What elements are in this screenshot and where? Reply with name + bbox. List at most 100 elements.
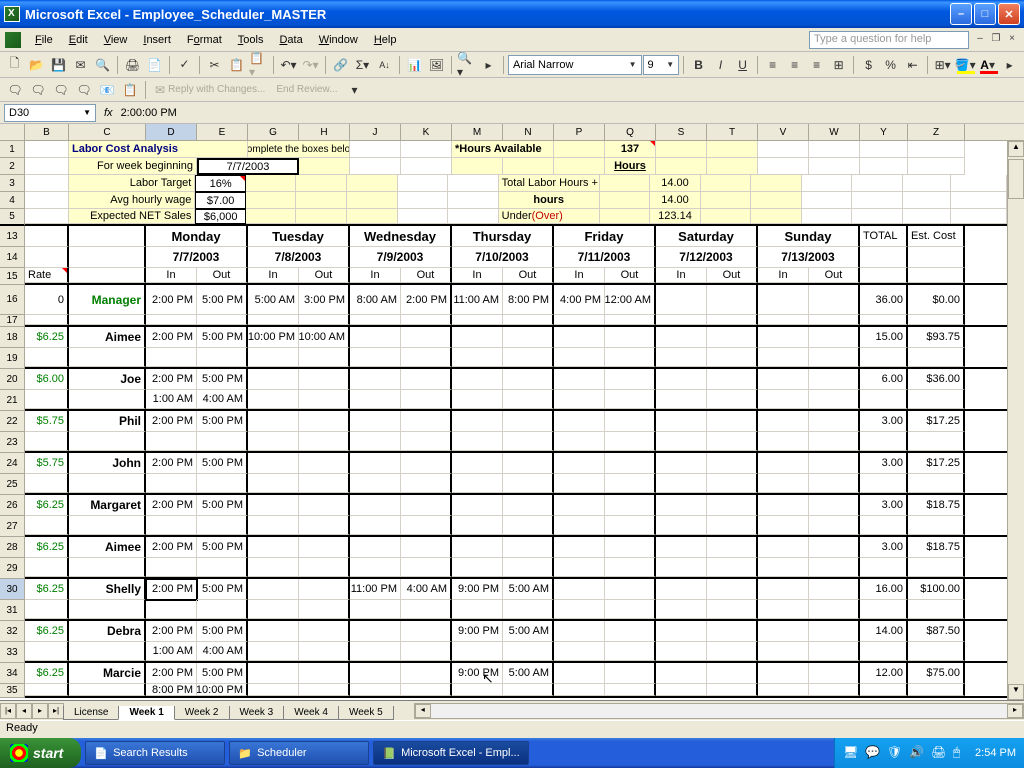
row-header[interactable]: 23 [0,432,25,453]
col-header[interactable]: K [401,124,452,141]
time-cell[interactable]: 8:00 PM [503,285,554,315]
time-cell[interactable] [401,453,452,474]
row-header[interactable]: 1 [0,141,25,158]
more-buttons[interactable]: ▸ [478,54,499,76]
time-cell[interactable] [401,663,452,684]
tray-icon[interactable]: 🖥 [843,745,859,761]
row-header[interactable]: 27 [0,516,25,537]
time-cell[interactable]: 1:00 AM [146,390,197,409]
row-header[interactable]: 24 [0,453,25,474]
row-header[interactable]: 16 [0,285,25,315]
avg-wage-input[interactable]: $7.00 [195,192,246,209]
employee-name[interactable]: Shelly [69,579,146,600]
time-cell[interactable] [401,369,452,390]
review-btn5[interactable]: 📧 [96,79,118,101]
time-cell[interactable] [503,537,554,558]
col-header[interactable]: G [248,124,299,141]
total-cell[interactable]: 14.00 [860,621,908,642]
spreadsheet-grid[interactable]: B C D E G H J K M N P Q S T V W Y Z 1 2 … [0,124,1024,700]
time-cell[interactable] [197,516,248,535]
time-cell[interactable] [554,663,605,684]
tab-first-button[interactable]: |◂ [0,703,16,719]
cost-cell[interactable]: $0.00 [908,285,965,315]
time-cell[interactable] [401,411,452,432]
cut-button[interactable]: ✂ [204,54,225,76]
time-cell[interactable]: 5:00 AM [248,285,299,315]
sheet-tab[interactable]: Week 4 [283,706,339,720]
align-center-button[interactable]: ≡ [784,54,805,76]
vertical-scrollbar[interactable]: ▲ ▼ [1007,141,1024,700]
time-cell[interactable]: 4:00 PM [554,285,605,315]
cost-cell[interactable]: $36.00 [908,369,965,390]
time-cell[interactable] [350,369,401,390]
minimize-button[interactable]: – [950,3,972,25]
doc-close-button[interactable]: × [1005,33,1019,47]
rate-cell[interactable]: $6.00 [25,369,69,390]
time-cell[interactable]: 5:00 PM [197,453,248,474]
net-sales-input[interactable]: $6,000 [195,209,246,224]
rate-cell[interactable]: $6.25 [25,663,69,684]
review-btn2[interactable]: 🗨 [27,79,49,101]
underline-button[interactable]: U [732,54,753,76]
menu-help[interactable]: Help [366,32,405,48]
sheet-tab[interactable]: License [63,706,119,720]
time-cell[interactable] [248,411,299,432]
time-cell[interactable] [554,579,605,600]
total-cell[interactable]: 15.00 [860,327,908,348]
time-cell[interactable] [146,558,197,577]
tray-icon[interactable]: 🛡 [887,745,903,761]
col-header[interactable]: Z [908,124,965,141]
col-header[interactable]: B [25,124,69,141]
col-header[interactable]: C [69,124,146,141]
time-cell[interactable]: 5:00 PM [197,621,248,642]
review-btn6[interactable]: 📋 [119,79,141,101]
review-more[interactable]: ▾ [344,79,366,101]
time-cell[interactable] [605,411,656,432]
time-cell[interactable]: 2:00 PM [146,411,197,432]
time-cell[interactable] [605,369,656,390]
autosum-button[interactable]: Σ▾ [352,54,373,76]
time-cell[interactable]: 9:00 PM [452,621,503,642]
time-cell[interactable]: 5:00 PM [197,579,248,600]
time-cell[interactable]: 9:00 PM [452,579,503,600]
italic-button[interactable]: I [710,54,731,76]
row-header[interactable]: 3 [0,175,25,192]
sheet-tab[interactable]: Week 5 [338,706,394,720]
scroll-right-button[interactable]: ▸ [1007,704,1023,718]
time-cell[interactable]: 5:00 PM [197,537,248,558]
review-btn4[interactable]: 🗨 [73,79,95,101]
undo-button[interactable]: ↶▾ [278,54,299,76]
cost-cell[interactable]: $18.75 [908,495,965,516]
time-cell[interactable]: 5:00 PM [197,411,248,432]
time-cell[interactable] [554,411,605,432]
menu-tools[interactable]: Tools [230,32,272,48]
time-cell[interactable]: 5:00 AM [503,663,554,684]
time-cell[interactable]: 5:00 PM [197,663,248,684]
time-cell[interactable] [146,474,197,493]
time-cell[interactable] [248,663,299,684]
time-cell[interactable] [197,558,248,577]
row-header[interactable]: 22 [0,411,25,432]
row-header[interactable]: 5 [0,209,25,226]
col-header[interactable]: V [758,124,809,141]
document-icon[interactable] [5,32,21,48]
sort-asc-button[interactable]: A↓ [374,54,395,76]
currency-button[interactable]: $ [858,54,879,76]
print-button[interactable]: 🖨 [122,54,143,76]
new-button[interactable]: 🗋 [4,54,25,76]
cost-cell[interactable]: $75.00 [908,663,965,684]
total-cell[interactable]: 3.00 [860,411,908,432]
time-cell[interactable] [299,621,350,642]
row-header[interactable]: 30 [0,579,25,600]
tray-icon[interactable]: 🔊 [909,745,925,761]
col-header[interactable]: D [146,124,197,141]
maximize-button[interactable]: □ [974,3,996,25]
time-cell[interactable] [503,453,554,474]
drawing-button[interactable]: 🖼 [426,54,447,76]
row-header[interactable]: 18 [0,327,25,348]
cost-cell[interactable]: $87.50 [908,621,965,642]
time-cell[interactable] [605,663,656,684]
review-btn3[interactable]: 🗨 [50,79,72,101]
employee-name[interactable]: John [69,453,146,474]
total-cell[interactable]: 12.00 [860,663,908,684]
